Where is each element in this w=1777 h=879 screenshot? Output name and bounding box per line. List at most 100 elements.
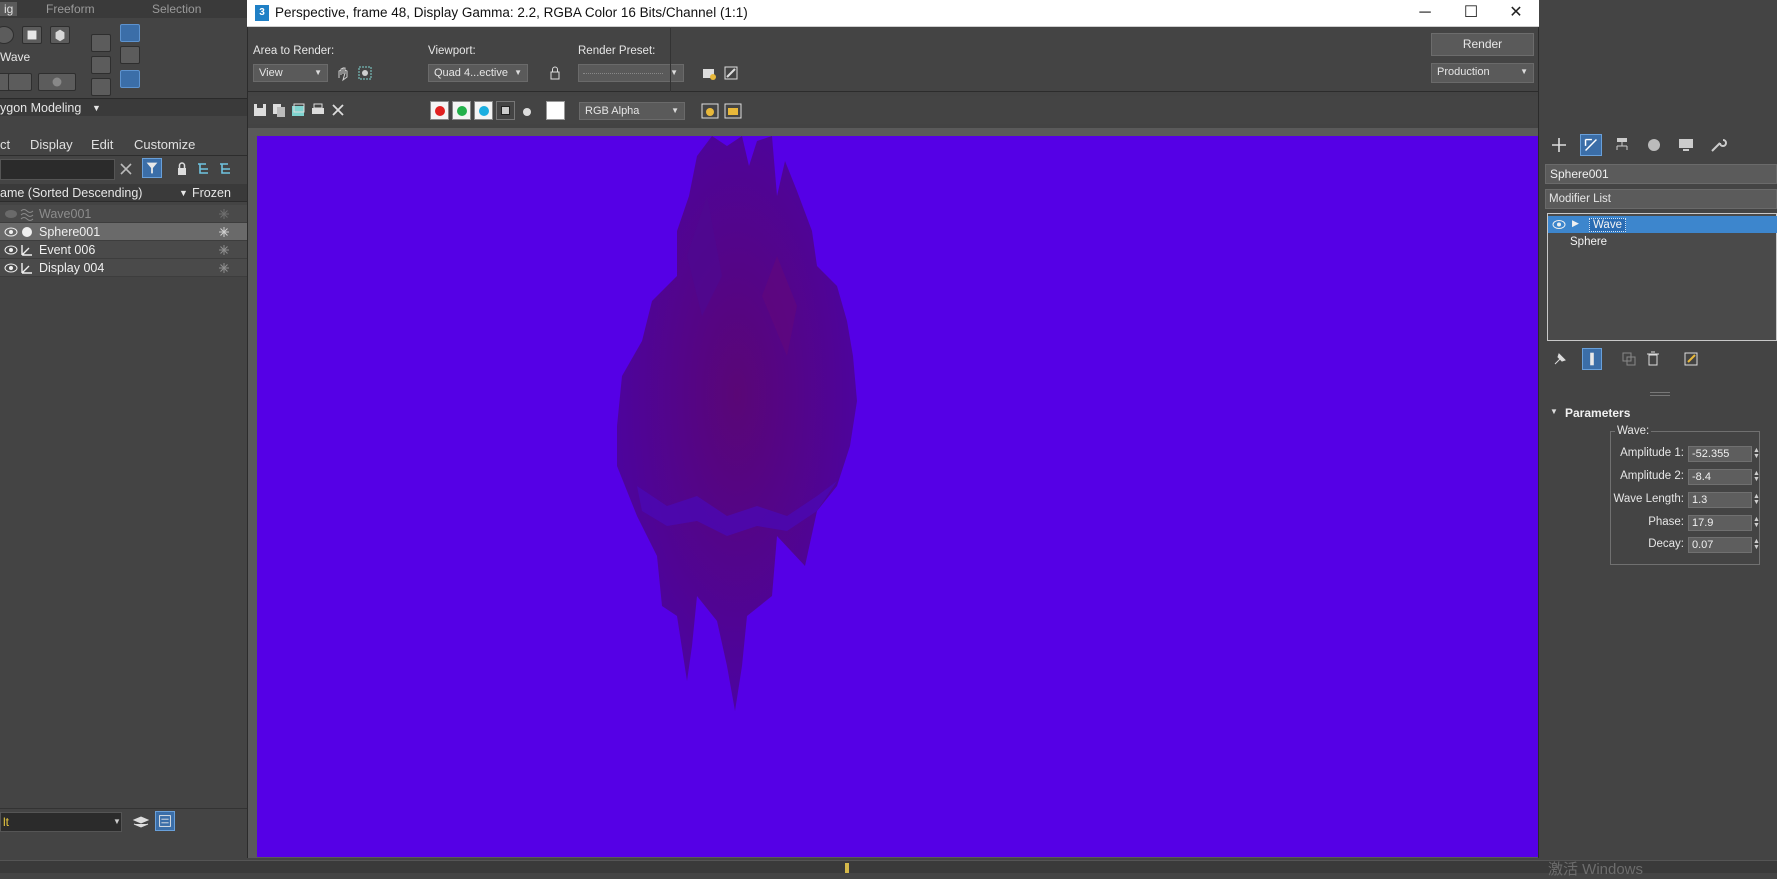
scene-row-display004[interactable]: Display 004 [0,259,250,277]
production-dropdown[interactable]: Production ▼ [1431,63,1534,83]
toggle-overlays-icon[interactable] [723,101,743,121]
decay-input[interactable]: 0.07 [1688,537,1752,553]
clear-icon[interactable] [329,101,347,119]
render-setup-icon[interactable] [700,64,718,82]
eye-icon[interactable] [4,226,18,238]
toggle-ui-icon[interactable] [700,101,720,121]
spinner-icon[interactable]: ▲ ▼ [1753,493,1761,506]
alpha-channel-toggle[interactable] [496,101,515,120]
expand-triangle-icon[interactable]: ▶ [1572,218,1579,229]
maximize-button[interactable]: ☐ [1448,0,1494,27]
ribbon-tab-selection[interactable]: Selection [152,2,201,16]
modify-icon[interactable] [1580,134,1602,156]
menu-customize[interactable]: Customize [134,137,195,152]
splitter-handle[interactable] [1650,392,1670,396]
scene-row-event006[interactable]: Event 006 [0,241,250,259]
stack-item-sphere[interactable]: Sphere [1548,234,1777,251]
hierarchy-view-icon[interactable] [155,811,175,831]
snowflake-icon[interactable] [218,208,230,220]
motion-icon[interactable] [1643,134,1665,156]
clone-icon[interactable] [289,101,307,119]
auto-region-icon[interactable] [356,64,374,82]
filter-icon[interactable] [142,158,162,178]
phase-input[interactable]: 17.9 [1688,515,1752,531]
layer-dropdown[interactable]: lt ▼ [0,812,122,832]
layers-icon[interactable] [131,812,151,832]
lock-viewport-icon[interactable] [546,64,564,82]
print-icon[interactable] [309,101,327,119]
ribbon-tool-1[interactable] [91,34,111,52]
hierarchy-tab-icon[interactable] [1611,134,1633,156]
eye-icon[interactable] [4,244,18,256]
ribbon-blue-tool-1[interactable] [120,24,140,42]
green-channel-toggle[interactable] [452,101,471,120]
scene-row-sphere001[interactable]: Sphere001 [0,223,250,241]
render-preset-dropdown[interactable]: ▼ [578,64,684,82]
clear-search-icon[interactable] [116,159,136,179]
hierarchy-icon[interactable] [194,159,214,179]
ribbon-small-button-2[interactable] [8,73,32,91]
hierarchy-expand-icon[interactable] [216,159,236,179]
amplitude2-input[interactable]: -8.4 [1688,469,1752,485]
edit-region-icon[interactable] [334,64,352,82]
snowflake-icon[interactable] [218,262,230,274]
close-button[interactable]: ✕ [1493,0,1539,27]
parameters-rollout-header[interactable]: ▼ Parameters [1545,404,1777,424]
channel-display-dropdown[interactable]: RGB Alpha ▼ [579,102,685,120]
monochrome-icon[interactable] [523,108,531,116]
ribbon-plane-button[interactable] [22,26,42,44]
ribbon-tool-3[interactable] [91,78,111,96]
blue-channel-toggle[interactable] [474,101,493,120]
eye-hidden-icon[interactable] [4,208,18,220]
menu-select[interactable]: ct [0,137,10,152]
environment-effects-icon[interactable] [722,64,740,82]
lock-icon[interactable] [172,159,192,179]
scene-search-input[interactable] [0,159,115,180]
menu-display[interactable]: Display [30,137,73,152]
ribbon-blue-tool-2[interactable] [120,70,140,88]
utilities-wrench-icon[interactable] [1707,134,1729,156]
spinner-icon[interactable]: ▲ ▼ [1753,516,1761,529]
viewport-dropdown[interactable]: Quad 4...ective ▼ [428,64,528,82]
ribbon-tool-2[interactable] [91,56,111,74]
stack-item-wave[interactable]: ▶ Wave [1548,216,1777,233]
red-channel-toggle[interactable] [430,101,449,120]
ribbon-tab-freeform[interactable]: Freeform [46,2,95,16]
snowflake-icon[interactable] [218,244,230,256]
scene-row-wave001[interactable]: Wave001 [0,205,250,223]
minimize-button[interactable]: ─ [1402,0,1448,27]
eye-icon[interactable] [1552,219,1566,230]
trash-icon[interactable] [1644,350,1662,368]
wave-length-input[interactable]: 1.3 [1688,492,1752,508]
amplitude1-input[interactable]: -52.355 [1688,446,1752,462]
ribbon-small-button-3[interactable] [38,73,76,91]
render-window-titlebar[interactable]: 3 Perspective, frame 48, Display Gamma: … [247,0,1539,27]
ribbon-tool-4[interactable] [120,46,140,64]
create-plus-icon[interactable] [1548,134,1570,156]
show-end-result-button[interactable] [1582,348,1602,370]
ribbon-circle-button[interactable] [0,26,14,44]
column-name-header[interactable]: ame (Sorted Descending) [0,186,142,200]
pin-icon[interactable] [1551,350,1569,368]
eye-icon[interactable] [4,262,18,274]
poly-modeling-dropdown[interactable]: ygon Modeling ▼ [0,98,250,116]
column-frozen-header[interactable]: Frozen [192,186,231,200]
display-monitor-icon[interactable] [1675,134,1697,156]
configure-sets-icon[interactable] [1682,350,1700,368]
modifier-list-dropdown[interactable]: Modifier List [1545,189,1777,209]
ribbon-tab-active[interactable]: ig [0,2,18,16]
menu-edit[interactable]: Edit [91,137,113,152]
copy-icon[interactable] [270,101,288,119]
make-unique-icon[interactable] [1620,350,1638,368]
spinner-icon[interactable]: ▲ ▼ [1753,538,1761,551]
time-slider-marker[interactable] [845,863,849,873]
timeline-track[interactable] [0,860,1777,873]
swatch-white[interactable] [546,101,565,120]
snowflake-icon[interactable] [218,226,230,238]
ribbon-box-button[interactable] [50,26,70,44]
spinner-icon[interactable]: ▲ ▼ [1753,447,1761,460]
area-to-render-dropdown[interactable]: View ▼ [253,64,328,82]
object-name-field[interactable]: Sphere001 [1545,164,1777,184]
spinner-icon[interactable]: ▲ ▼ [1753,470,1761,483]
render-button[interactable]: Render [1431,33,1534,56]
